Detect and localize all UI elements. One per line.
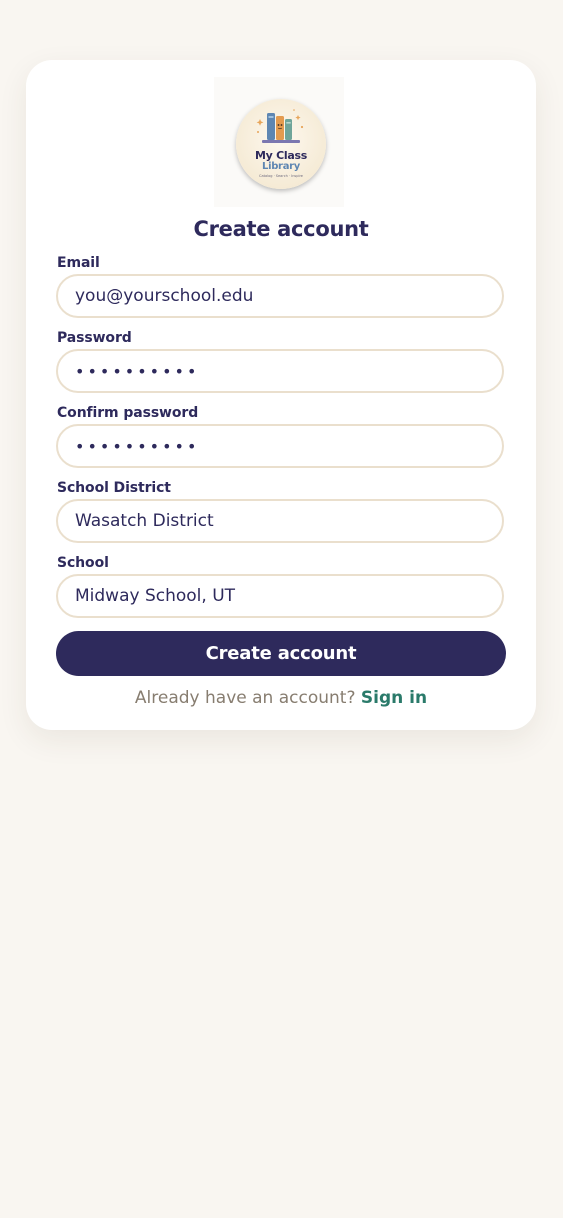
password-value: •••••••••• — [75, 361, 200, 381]
create-account-button[interactable]: Create account — [56, 631, 506, 676]
logo-badge: My Class Library Catalog · Search · Insp… — [236, 99, 326, 189]
logo-text-line2: Library — [262, 161, 300, 172]
sign-in-link[interactable]: Sign in — [361, 688, 427, 708]
school-value: Midway School, UT — [75, 586, 236, 606]
logo: My Class Library Catalog · Search · Insp… — [214, 77, 344, 207]
school-field[interactable]: Midway School, UT — [56, 574, 504, 618]
school-label: School — [57, 555, 109, 571]
school-district-label: School District — [57, 480, 171, 496]
confirm-password-value: •••••••••• — [75, 436, 200, 456]
signin-prompt-text: Already have an account? — [134, 688, 356, 708]
password-label: Password — [57, 330, 132, 346]
password-field[interactable]: •••••••••• — [56, 349, 504, 393]
confirm-password-field[interactable]: •••••••••• — [56, 424, 504, 468]
page-title: Create account — [193, 217, 369, 241]
signin-prompt: Already have an account? Sign in — [26, 688, 536, 708]
signup-card: My Class Library Catalog · Search · Insp… — [26, 60, 536, 730]
school-district-value: Wasatch District — [75, 511, 214, 531]
school-district-field[interactable]: Wasatch District — [56, 499, 504, 543]
logo-tagline: Catalog · Search · Inspire — [259, 174, 303, 178]
email-field[interactable]: you@yourschool.edu — [56, 274, 504, 318]
email-label: Email — [57, 255, 100, 271]
confirm-password-label: Confirm password — [57, 405, 199, 421]
email-value: you@yourschool.edu — [75, 286, 254, 306]
